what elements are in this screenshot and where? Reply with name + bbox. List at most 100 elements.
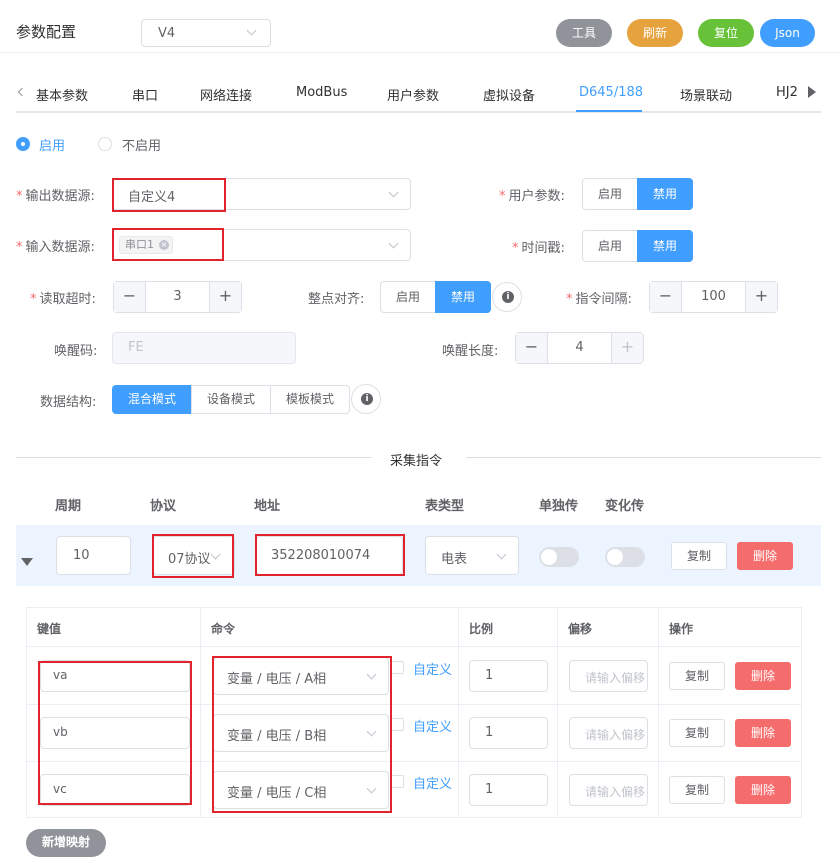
tab-virtual-device[interactable]: 虚拟设备 [483, 85, 535, 104]
offset-input[interactable]: 请输入偏移 [569, 717, 648, 749]
json-button[interactable]: Json [760, 19, 815, 47]
tab-modbus[interactable]: ModBus [296, 85, 347, 100]
row-delete-button[interactable]: 删除 [735, 719, 791, 747]
timestamp-enable[interactable]: 启用 [582, 230, 638, 262]
disable-label[interactable]: 不启用 [122, 135, 161, 154]
tab-scroll-left-icon[interactable] [17, 87, 27, 97]
row-copy-button[interactable]: 复制 [669, 662, 725, 690]
highlight-box [212, 656, 392, 813]
timestamp-disable[interactable]: 禁用 [637, 230, 693, 262]
align-enable[interactable]: 启用 [380, 281, 436, 313]
template-mode-button[interactable]: 模板模式 [270, 385, 350, 414]
version-value: V4 [158, 26, 176, 41]
align-disable[interactable]: 禁用 [435, 281, 491, 313]
col-single-send: 单独传 [539, 499, 579, 514]
custom-checkbox[interactable] [391, 775, 404, 788]
highlight-box [152, 534, 234, 578]
meter-type-select[interactable]: 电表 [425, 536, 519, 575]
tab-user-params[interactable]: 用户参数 [387, 85, 439, 104]
info-icon[interactable]: i [351, 384, 381, 414]
user-params-disable[interactable]: 禁用 [637, 178, 693, 210]
minus-icon[interactable]: − [516, 333, 548, 363]
read-timeout-label: 读取超时: [39, 292, 96, 307]
cmd-interval-value[interactable]: 100 [682, 282, 745, 312]
custom-checkbox[interactable] [391, 718, 404, 731]
user-params-enable[interactable]: 启用 [582, 178, 638, 210]
tab-serial[interactable]: 串口 [132, 85, 158, 104]
tab-scroll-right-icon[interactable] [808, 86, 816, 98]
offset-input[interactable]: 请输入偏移 [569, 774, 648, 806]
cmd-interval-label: 指令间隔: [575, 292, 632, 307]
col-offset: 偏移 [568, 622, 593, 636]
minus-icon[interactable]: − [650, 282, 682, 312]
plus-icon[interactable]: + [745, 282, 777, 312]
info-icon[interactable]: i [492, 282, 522, 312]
enable-radio[interactable] [16, 137, 30, 151]
wake-len-stepper[interactable]: − 4 + [515, 332, 644, 364]
period-input[interactable]: 10 [56, 536, 131, 575]
wake-code-value: FE [128, 340, 144, 355]
wake-len-label: 唤醒长度: [442, 344, 499, 359]
col-actions: 操作 [669, 622, 694, 636]
col-key: 键值 [37, 622, 62, 636]
highlight-box [255, 534, 405, 576]
read-timeout-stepper[interactable]: − 3 + [113, 281, 242, 313]
tab-scene[interactable]: 场景联动 [680, 85, 732, 104]
wake-len-value[interactable]: 4 [548, 333, 611, 363]
wake-code-input: FE [112, 332, 296, 364]
offset-input[interactable]: 请输入偏移 [569, 660, 648, 692]
tab-hj2[interactable]: HJ2 [776, 85, 798, 100]
chevron-down-icon [388, 238, 399, 249]
col-ratio: 比例 [469, 622, 494, 636]
cmd-interval-stepper[interactable]: − 100 + [649, 281, 778, 313]
version-select[interactable]: V4 [141, 19, 271, 47]
tab-network[interactable]: 网络连接 [200, 85, 252, 104]
cmd-delete-button[interactable]: 删除 [737, 542, 793, 570]
highlight-box [112, 178, 226, 212]
chevron-down-icon [246, 25, 257, 36]
minus-icon[interactable]: − [114, 282, 146, 312]
custom-checkbox[interactable] [391, 661, 404, 674]
device-mode-button[interactable]: 设备模式 [191, 385, 271, 414]
chevron-down-icon [388, 187, 399, 198]
align-label: 整点对齐: [308, 292, 365, 307]
ratio-input[interactable]: 1 [469, 717, 548, 749]
plus-icon: + [611, 333, 643, 363]
tab-d645-188[interactable]: D645/188 [579, 85, 643, 100]
col-period: 周期 [55, 499, 82, 514]
output-source-label: 输出数据源: [25, 189, 95, 204]
timestamp-label: 时间戳: [521, 241, 565, 256]
section-title: 采集指令 [390, 454, 443, 469]
col-command: 命令 [211, 622, 236, 636]
custom-label[interactable]: 自定义 [413, 716, 452, 735]
ratio-input[interactable]: 1 [469, 660, 548, 692]
highlight-box [112, 228, 224, 261]
expand-caret-icon[interactable] [21, 558, 33, 566]
single-send-switch[interactable] [539, 547, 579, 567]
read-timeout-value[interactable]: 3 [146, 282, 209, 312]
change-send-switch[interactable] [605, 547, 645, 567]
row-copy-button[interactable]: 复制 [669, 776, 725, 804]
row-copy-button[interactable]: 复制 [669, 719, 725, 747]
mixed-mode-button[interactable]: 混合模式 [112, 385, 192, 414]
row-delete-button[interactable]: 删除 [735, 662, 791, 690]
ratio-input[interactable]: 1 [469, 774, 548, 806]
cmd-copy-button[interactable]: 复制 [671, 542, 727, 570]
plus-icon[interactable]: + [209, 282, 241, 312]
page-title: 参数配置 [16, 23, 77, 41]
disable-radio[interactable] [98, 137, 112, 151]
col-address: 地址 [254, 499, 281, 514]
highlight-box [38, 661, 192, 805]
chevron-down-icon [496, 549, 507, 560]
structure-label: 数据结构: [40, 395, 97, 410]
input-source-label: 输入数据源: [25, 240, 95, 255]
custom-label[interactable]: 自定义 [413, 659, 452, 678]
row-delete-button[interactable]: 删除 [735, 776, 791, 804]
enable-label[interactable]: 启用 [39, 135, 65, 154]
refresh-button[interactable]: 刷新 [627, 19, 683, 47]
tab-basic[interactable]: 基本参数 [36, 85, 88, 104]
tools-button[interactable]: 工具 [556, 19, 612, 47]
col-meter-type: 表类型 [425, 499, 465, 514]
custom-label[interactable]: 自定义 [413, 773, 452, 792]
reset-button[interactable]: 复位 [698, 19, 754, 47]
